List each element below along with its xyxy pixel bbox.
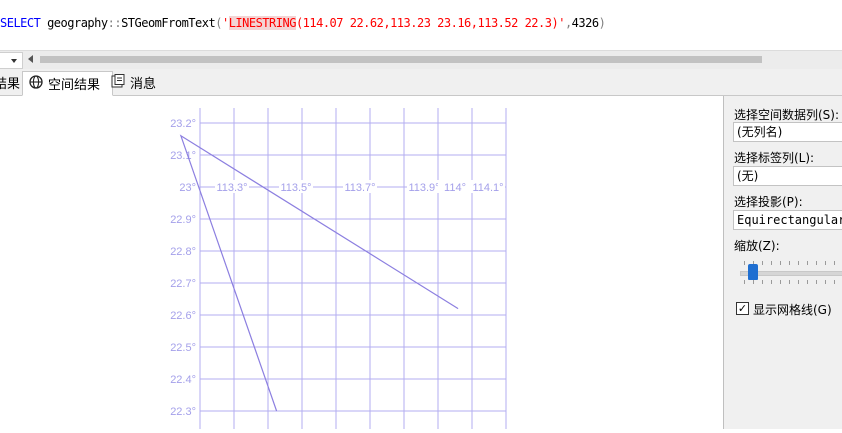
zoom-combo[interactable] [0,52,23,69]
chevron-down-icon [11,59,17,63]
query-editor[interactable]: SELECT geography::STGeomFromText('LINEST… [0,0,842,50]
zoom-slider-ticks-bottom [744,280,842,284]
y-tick-label: 22.8° [170,246,196,258]
y-tick-label: 22.6° [170,310,196,322]
label-column-select[interactable]: (无) [733,166,842,186]
result-tabs: 结果 空间结果 消息 [0,69,842,96]
y-tick-label: 22.4° [170,374,196,386]
tab-messages[interactable]: 消息 [111,71,167,94]
spatial-options-panel: 选择空间数据列(S): (无列名) 选择标签列(L): (无) 选择投影(P):… [723,96,842,429]
x-tick-label: 113.9° [408,182,439,194]
function-name: STGeomFromText [121,16,216,30]
spatial-column-select[interactable]: (无列名) [733,122,842,142]
sql-query-line[interactable]: SELECT geography::STGeomFromText('LINEST… [0,16,606,30]
y-tick-label: 22.3° [170,406,196,418]
editor-horizontal-scrollbar[interactable] [0,50,842,70]
quote-open: ' [221,16,229,30]
wkt-coords: (114.07 22.62,113.23 23.16,113.52 22.3) [295,16,559,30]
x-tick-label: 113.3° [216,182,247,194]
paren-close: ) [598,16,606,30]
x-tick-label: 114° [444,182,466,194]
scroll-left-arrow-icon[interactable] [28,55,33,63]
x-tick-label: 113.5° [280,182,311,194]
linestring-geometry [179,134,459,412]
tab-label: 消息 [130,77,157,92]
quote-close: ' [558,16,565,30]
y-tick-label: 23.2° [170,118,196,130]
tab-spatial-results[interactable]: 空间结果 [22,71,113,96]
tab-label: 空间结果 [48,78,101,93]
tab-results[interactable]: 结果 [0,71,20,94]
label-column-label: 选择标签列(L): [734,151,815,165]
paren-open: ( [215,16,222,30]
y-tick-label: 22.5° [170,342,196,354]
projection-label: 选择投影(P): [734,195,803,209]
scrollbar-thumb[interactable] [40,56,762,63]
y-tick-label: 23° [179,182,196,194]
y-tick-label: 22.9° [170,214,196,226]
scope-operator: :: [107,16,122,30]
y-tick-label: 23.1° [170,150,196,162]
globe-icon [29,74,43,93]
x-tick-label: 113.7° [344,182,375,194]
zoom-slider-thumb[interactable] [748,264,758,280]
projection-select[interactable]: Equirectangular [733,210,842,230]
spatial-column-label: 选择空间数据列(S): [734,108,840,122]
y-tick-label: 22.7° [170,278,196,290]
tab-label: 结果 [0,77,21,92]
keyword-select: SELECT [0,16,41,30]
x-tick-label: 114.1° [472,182,503,194]
spatial-plot[interactable]: 23.2° 23.1° 23° 22.9° 22.8° 22.7° 22.6° 22.5° 22… [0,96,722,429]
type-geography: geography [40,16,108,30]
zoom-slider-ticks [744,261,842,265]
comma: , [564,16,572,30]
gridlines-label[interactable]: 显示网格线(G) [753,301,832,318]
wkt-type: LINESTRING [228,16,296,30]
zoom-label: 缩放(Z): [734,239,780,253]
message-icon [111,73,125,92]
srid-value: 4326 [571,16,599,30]
spatial-map-canvas[interactable]: 23.2° 23.1° 23° 22.9° 22.8° 22.7° 22.6° 22.5° 22… [0,96,722,429]
gridlines-checkbox[interactable]: ✓ [736,302,749,315]
